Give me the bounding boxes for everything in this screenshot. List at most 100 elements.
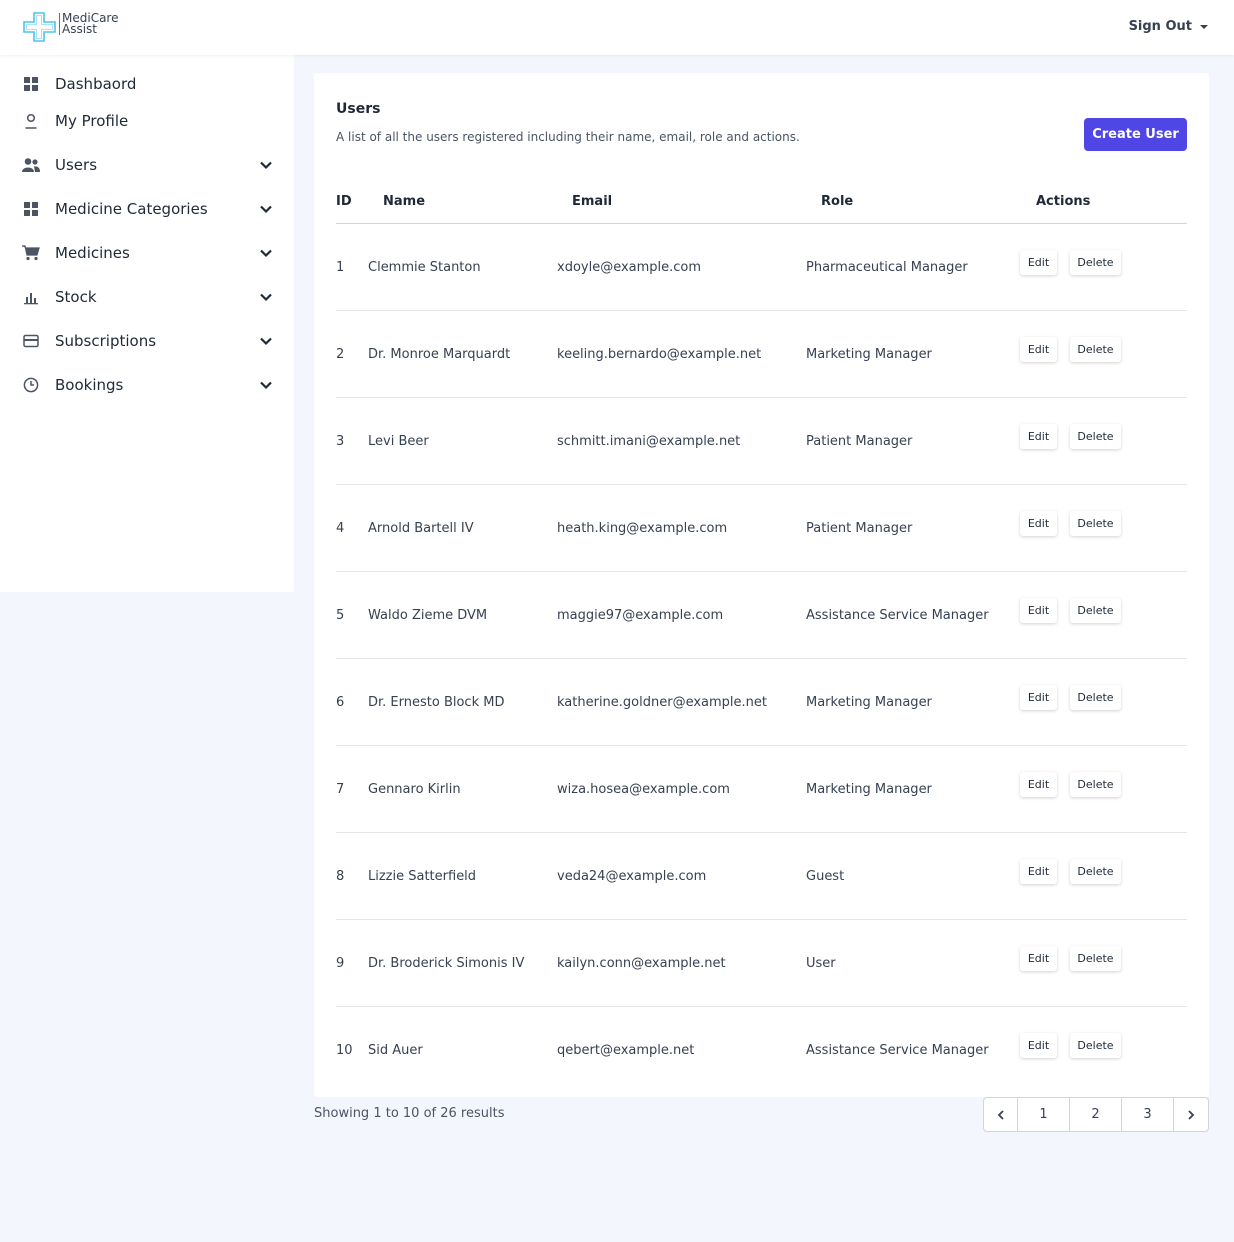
sidebar-item-dashboard[interactable]: Dashbaord xyxy=(0,66,294,102)
delete-button[interactable]: Delete xyxy=(1070,424,1121,449)
sidebar-item-label: Bookings xyxy=(55,376,124,394)
sidebar-item-label: Subscriptions xyxy=(55,332,157,350)
cell-name: Waldo Zieme DVM xyxy=(368,608,488,623)
cell-email: schmitt.imani@example.net xyxy=(557,434,741,449)
edit-button[interactable]: Edit xyxy=(1020,772,1057,797)
cell-role: Marketing Manager xyxy=(806,695,932,710)
cell-name: Levi Beer xyxy=(368,434,429,449)
previous-page-button[interactable] xyxy=(984,1098,1018,1131)
page-button-1[interactable]: 1 xyxy=(1018,1098,1070,1131)
column-header-id: ID xyxy=(336,194,352,209)
page-button-3[interactable]: 3 xyxy=(1122,1098,1174,1131)
cell-id: 10 xyxy=(336,1043,353,1058)
sidebar-item-my-profile[interactable]: My Profile xyxy=(0,103,294,139)
cell-id: 4 xyxy=(336,521,345,536)
edit-button[interactable]: Edit xyxy=(1020,859,1057,884)
cell-name: Dr. Broderick Simonis IV xyxy=(368,956,525,971)
create-user-button[interactable]: Create User xyxy=(1084,118,1187,151)
cell-email: katherine.goldner@example.net xyxy=(557,695,767,710)
chevron-down-icon[interactable] xyxy=(258,377,274,393)
cell-email: heath.king@example.com xyxy=(557,521,728,536)
cell-role: Pharmaceutical Manager xyxy=(806,260,968,275)
cell-role: Guest xyxy=(806,869,845,884)
table-row: 8 Lizzie Satterfield veda24@example.com … xyxy=(336,833,1187,920)
delete-button[interactable]: Delete xyxy=(1070,859,1121,884)
delete-button[interactable]: Delete xyxy=(1070,946,1121,971)
cell-name: Sid Auer xyxy=(368,1043,423,1058)
cell-email: qebert@example.net xyxy=(557,1043,695,1058)
cell-id: 7 xyxy=(336,782,345,797)
chevron-down-icon[interactable] xyxy=(258,289,274,305)
cell-email: kailyn.conn@example.net xyxy=(557,956,726,971)
cell-id: 9 xyxy=(336,956,345,971)
cell-name: Dr. Monroe Marquardt xyxy=(368,347,511,362)
column-header-actions: Actions xyxy=(1036,194,1091,209)
page-button-2[interactable]: 2 xyxy=(1070,1098,1122,1131)
delete-button[interactable]: Delete xyxy=(1070,1033,1121,1058)
sign-out-dropdown[interactable]: Sign Out xyxy=(1129,19,1208,34)
sidebar-item-bookings[interactable]: Bookings xyxy=(0,367,294,403)
sidebar-item-users[interactable]: Users xyxy=(0,147,294,183)
edit-button[interactable]: Edit xyxy=(1020,1033,1057,1058)
cell-role: Patient Manager xyxy=(806,434,913,449)
next-page-button[interactable] xyxy=(1174,1098,1208,1131)
edit-button[interactable]: Edit xyxy=(1020,337,1057,362)
cell-id: 3 xyxy=(336,434,345,449)
sign-out-label: Sign Out xyxy=(1128,19,1192,34)
page-title: Users xyxy=(336,101,381,117)
app-logo[interactable]: MediCare Assist xyxy=(23,12,118,42)
chevron-down-icon[interactable] xyxy=(258,157,274,173)
cell-role: Marketing Manager xyxy=(806,782,932,797)
edit-button[interactable]: Edit xyxy=(1020,685,1057,710)
edit-button[interactable]: Edit xyxy=(1020,946,1057,971)
grid-icon xyxy=(22,200,40,218)
cell-id: 8 xyxy=(336,869,345,884)
users-icon xyxy=(22,156,40,174)
delete-button[interactable]: Delete xyxy=(1070,511,1121,536)
cell-id: 1 xyxy=(336,260,345,275)
cell-name: Dr. Ernesto Block MD xyxy=(368,695,505,710)
table-row: 2 Dr. Monroe Marquardt keeling.bernardo@… xyxy=(336,311,1187,398)
cell-email: xdoyle@example.com xyxy=(557,260,702,275)
table-row: 4 Arnold Bartell IV heath.king@example.c… xyxy=(336,485,1187,572)
cell-name: Lizzie Satterfield xyxy=(368,869,477,884)
table-row: 1 Clemmie Stanton xdoyle@example.com Pha… xyxy=(336,224,1187,311)
cell-email: maggie97@example.com xyxy=(557,608,724,623)
delete-button[interactable]: Delete xyxy=(1070,685,1121,710)
users-card: Users A list of all the users registered… xyxy=(314,73,1209,1097)
table-row: 7 Gennaro Kirlin wiza.hosea@example.com … xyxy=(336,746,1187,833)
cell-id: 6 xyxy=(336,695,345,710)
cell-name: Gennaro Kirlin xyxy=(368,782,461,797)
sidebar-item-medicines[interactable]: Medicines xyxy=(0,235,294,271)
delete-button[interactable]: Delete xyxy=(1070,772,1121,797)
edit-button[interactable]: Edit xyxy=(1020,511,1057,536)
delete-button[interactable]: Delete xyxy=(1070,250,1121,275)
chevron-down-icon[interactable] xyxy=(258,201,274,217)
sidebar-item-stock[interactable]: Stock xyxy=(0,279,294,315)
sidebar: Dashbaord My Profile Users Medicine Cate… xyxy=(0,55,294,592)
edit-button[interactable]: Edit xyxy=(1020,598,1057,623)
delete-button[interactable]: Delete xyxy=(1070,337,1121,362)
user-icon xyxy=(22,112,40,130)
chevron-down-icon[interactable] xyxy=(258,245,274,261)
cart-icon xyxy=(22,244,40,262)
delete-button[interactable]: Delete xyxy=(1070,598,1121,623)
logo-text: MediCare Assist xyxy=(59,12,118,35)
sidebar-item-medicine-categories[interactable]: Medicine Categories xyxy=(0,191,294,227)
table-row: 10 Sid Auer qebert@example.net Assistanc… xyxy=(336,1007,1187,1094)
sidebar-item-label: Stock xyxy=(55,288,97,306)
cell-name: Clemmie Stanton xyxy=(368,260,481,275)
cell-name: Arnold Bartell IV xyxy=(368,521,474,536)
cell-email: veda24@example.com xyxy=(557,869,707,884)
chevron-down-icon[interactable] xyxy=(258,333,274,349)
sidebar-item-label: Dashbaord xyxy=(55,75,137,93)
table-row: 6 Dr. Ernesto Block MD katherine.goldner… xyxy=(336,659,1187,746)
sidebar-item-label: Users xyxy=(55,156,98,174)
medical-cross-icon xyxy=(23,12,56,42)
sidebar-item-label: Medicine Categories xyxy=(55,200,208,218)
sidebar-item-subscriptions[interactable]: Subscriptions xyxy=(0,323,294,359)
chevron-right-icon xyxy=(1188,1109,1195,1120)
grid-icon xyxy=(22,75,40,93)
edit-button[interactable]: Edit xyxy=(1020,250,1057,275)
edit-button[interactable]: Edit xyxy=(1020,424,1057,449)
